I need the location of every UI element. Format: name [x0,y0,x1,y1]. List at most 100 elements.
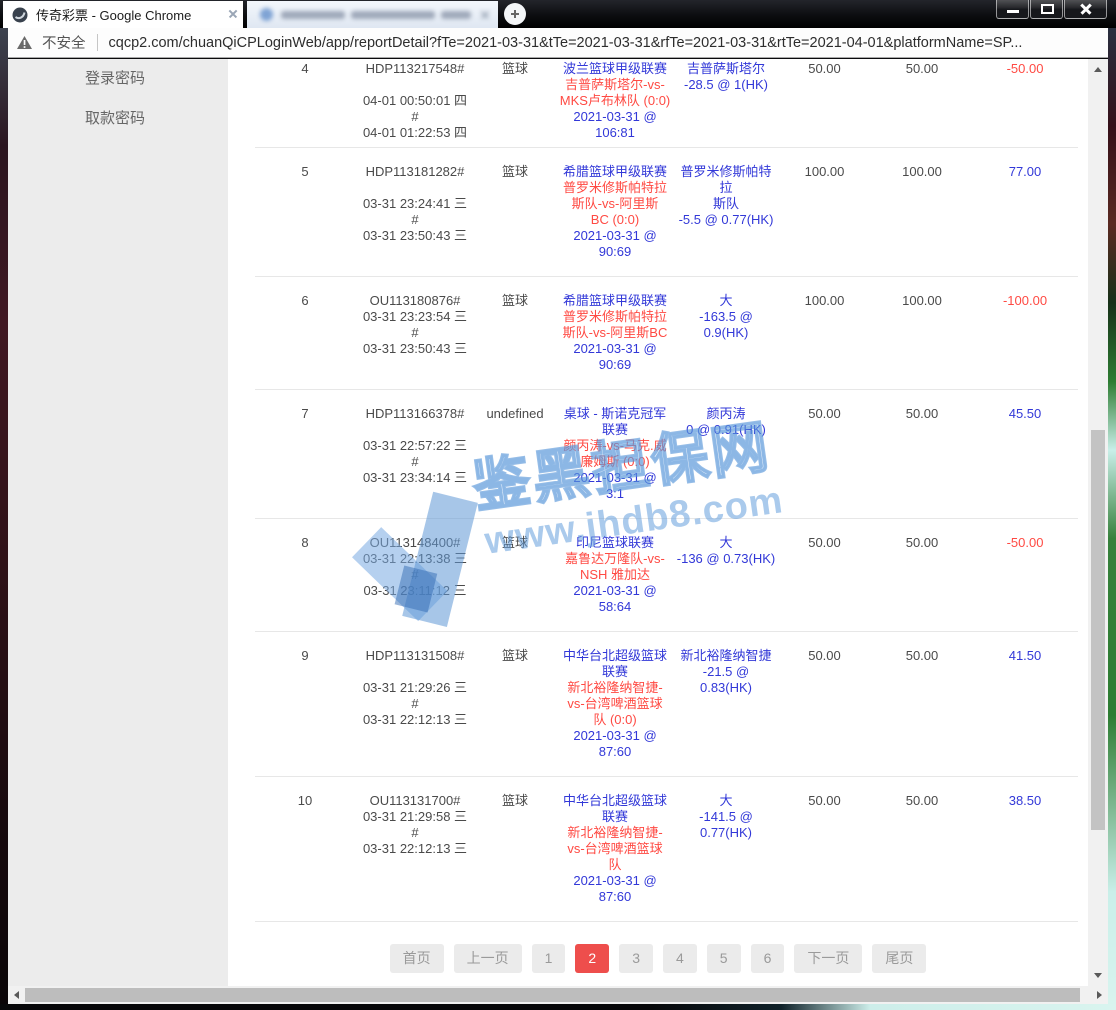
win-loss-amount: -100.00 [972,293,1078,309]
pagination-button[interactable]: 6 [751,944,785,973]
valid-amount: 50.00 [872,648,972,664]
background-tab-close-icon[interactable] [480,10,490,20]
row-number: 6 [255,293,355,309]
background-tab-favicon [260,8,273,21]
pagination-button[interactable]: 4 [663,944,697,973]
bet-selection-cell: 新北裕隆纳智捷-21.5 @ 0.83(HK) [675,648,777,696]
url-divider [97,34,98,51]
bet-selection-cell: 大-163.5 @ 0.9(HK) [675,293,777,341]
pagination-button[interactable]: 首页 [390,944,444,973]
pagination: 首页上一页 123456 下一页尾页 [228,944,1088,973]
table-row: 5HDP113181282#03-31 23:24:41 三#03-31 23:… [255,148,1078,277]
table-row: 9HDP113131508#03-31 21:29:26 三#03-31 22:… [255,632,1078,777]
sport-cell: 篮球 [475,293,555,309]
sidebar-item[interactable]: 登录密码 [8,59,228,99]
background-tab-blurred-content [247,1,498,28]
window-controls [995,0,1107,19]
valid-amount: 100.00 [872,293,972,309]
close-button[interactable] [1064,0,1107,19]
background-tab[interactable] [247,1,498,28]
bet-selection-cell: 大-141.5 @0.77(HK) [675,793,777,841]
bet-id-cell: HDP113217548#04-01 00:50:01 四#04-01 01:2… [355,61,475,141]
win-loss-amount: -50.00 [972,535,1078,551]
maximize-button[interactable] [1030,0,1063,19]
win-loss-amount: 38.50 [972,793,1078,809]
bet-selection-cell: 大-136 @ 0.73(HK) [675,535,777,567]
bet-time: 03-31 21:29:58 三#03-31 22:12:13 三 [355,809,475,857]
window-title-chip: 传奇彩票 - Google Chrome [3,1,243,28]
bet-amount: 100.00 [777,164,872,180]
bet-id-cell: OU113180876#03-31 23:23:54 三#03-31 23:50… [355,293,475,357]
not-secure-warning-icon [16,35,33,50]
table-row: 8OU113148400#03-31 22:13:38 三#03-31 23:1… [255,519,1078,632]
sidebar-item[interactable]: 取款密码 [8,99,228,139]
pagination-button[interactable]: 上一页 [454,944,522,973]
bet-id-cell: HDP113181282#03-31 23:24:41 三#03-31 23:5… [355,164,475,244]
bet-id: OU113148400# [355,535,475,551]
bet-time: 03-31 21:29:26 三#03-31 22:12:13 三 [355,680,475,728]
vertical-scrollbar-thumb[interactable] [1091,430,1105,830]
valid-amount: 50.00 [872,61,972,77]
table-row: 4HDP113217548#04-01 00:50:01 四#04-01 01:… [255,59,1078,148]
bet-amount: 50.00 [777,406,872,422]
sport-cell: 篮球 [475,535,555,551]
valid-amount: 100.00 [872,164,972,180]
valid-amount: 50.00 [872,793,972,809]
window-title: 传奇彩票 - Google Chrome [36,5,191,24]
horizontal-scrollbar-thumb[interactable] [25,988,1080,1002]
pagination-button[interactable]: 下一页 [794,944,862,973]
pagination-button[interactable]: 1 [532,944,566,973]
bet-time: 03-31 23:24:41 三#03-31 23:50:43 三 [355,196,475,244]
pagination-current-page[interactable]: 2 [575,944,609,973]
bet-id-cell: HDP113131508#03-31 21:29:26 三#03-31 22:1… [355,648,475,728]
win-loss-amount: 41.50 [972,648,1078,664]
win-loss-amount: 45.50 [972,406,1078,422]
row-number: 10 [255,793,355,809]
window-titlebar: 传奇彩票 - Google Chrome [0,0,1116,28]
bet-id: OU113180876# [355,293,475,309]
row-number: 9 [255,648,355,664]
row-number: 4 [255,61,355,77]
bet-amount: 50.00 [777,61,872,77]
table-row: 7HDP113166378#03-31 22:57:22 三#03-31 23:… [255,390,1078,519]
bet-amount: 50.00 [777,648,872,664]
valid-amount: 50.00 [872,535,972,551]
window-frame-right [1108,28,1116,1010]
bet-id: HDP113166378# [355,406,475,422]
bet-table: 4HDP113217548#04-01 00:50:01 四#04-01 01:… [228,59,1088,922]
page-content: 登录密码取款密码 4HDP113217548#04-01 00:50:01 四#… [8,59,1108,986]
vertical-scrollbar[interactable] [1088,59,1108,986]
match-cell: 桌球 - 斯诺克冠军联赛颜丙涛-vs-马克.威廉姆斯 (0:0)2021-03-… [555,406,675,502]
sidebar-menu: 登录密码取款密码 [8,59,228,986]
bet-time: 03-31 23:23:54 三#03-31 23:50:43 三 [355,309,475,357]
win-loss-amount: -50.00 [972,61,1078,77]
bet-time: 03-31 22:13:38 三#03-31 23:11:12 三 [355,551,475,599]
background-tab-close-icon[interactable] [228,9,238,19]
minimize-button[interactable] [996,0,1029,19]
new-tab-icon[interactable] [504,3,526,25]
win-loss-amount: 77.00 [972,164,1078,180]
window-frame-left [0,28,8,1010]
not-secure-label[interactable]: 不安全 [42,32,86,53]
match-cell: 中华台北超级篮球联赛新北裕隆纳智捷-vs-台湾啤酒篮球队2021-03-31 @… [555,793,675,905]
row-number: 8 [255,535,355,551]
site-favicon-icon [12,7,28,23]
table-row: 10OU113131700#03-31 21:29:58 三#03-31 22:… [255,777,1078,922]
bet-amount: 50.00 [777,793,872,809]
pagination-button[interactable]: 5 [707,944,741,973]
pagination-button[interactable]: 尾页 [872,944,926,973]
bet-amount: 100.00 [777,293,872,309]
bet-id-cell: OU113148400#03-31 22:13:38 三#03-31 23:11… [355,535,475,599]
pagination-button[interactable]: 3 [619,944,653,973]
horizontal-scrollbar[interactable] [8,986,1108,1004]
valid-amount: 50.00 [872,406,972,422]
match-cell: 中华台北超级篮球联赛新北裕隆纳智捷-vs-台湾啤酒篮球队 (0:0)2021-0… [555,648,675,760]
match-cell: 希腊篮球甲级联赛普罗米修斯帕特拉斯队-vs-阿里斯BC2021-03-31 @9… [555,293,675,373]
bet-id-cell: HDP113166378#03-31 22:57:22 三#03-31 23:3… [355,406,475,486]
address-bar[interactable]: 不安全 cqcp2.com/chuanQiCPLoginWeb/app/repo… [3,28,1113,58]
sport-cell: 篮球 [475,793,555,809]
url-text[interactable]: cqcp2.com/chuanQiCPLoginWeb/app/reportDe… [109,35,1023,51]
bet-id: HDP113217548# [355,61,475,77]
match-cell: 印尼篮球联赛嘉鲁达万隆队-vs-NSH 雅加达2021-03-31 @58:64 [555,535,675,615]
sport-cell: 篮球 [475,648,555,664]
